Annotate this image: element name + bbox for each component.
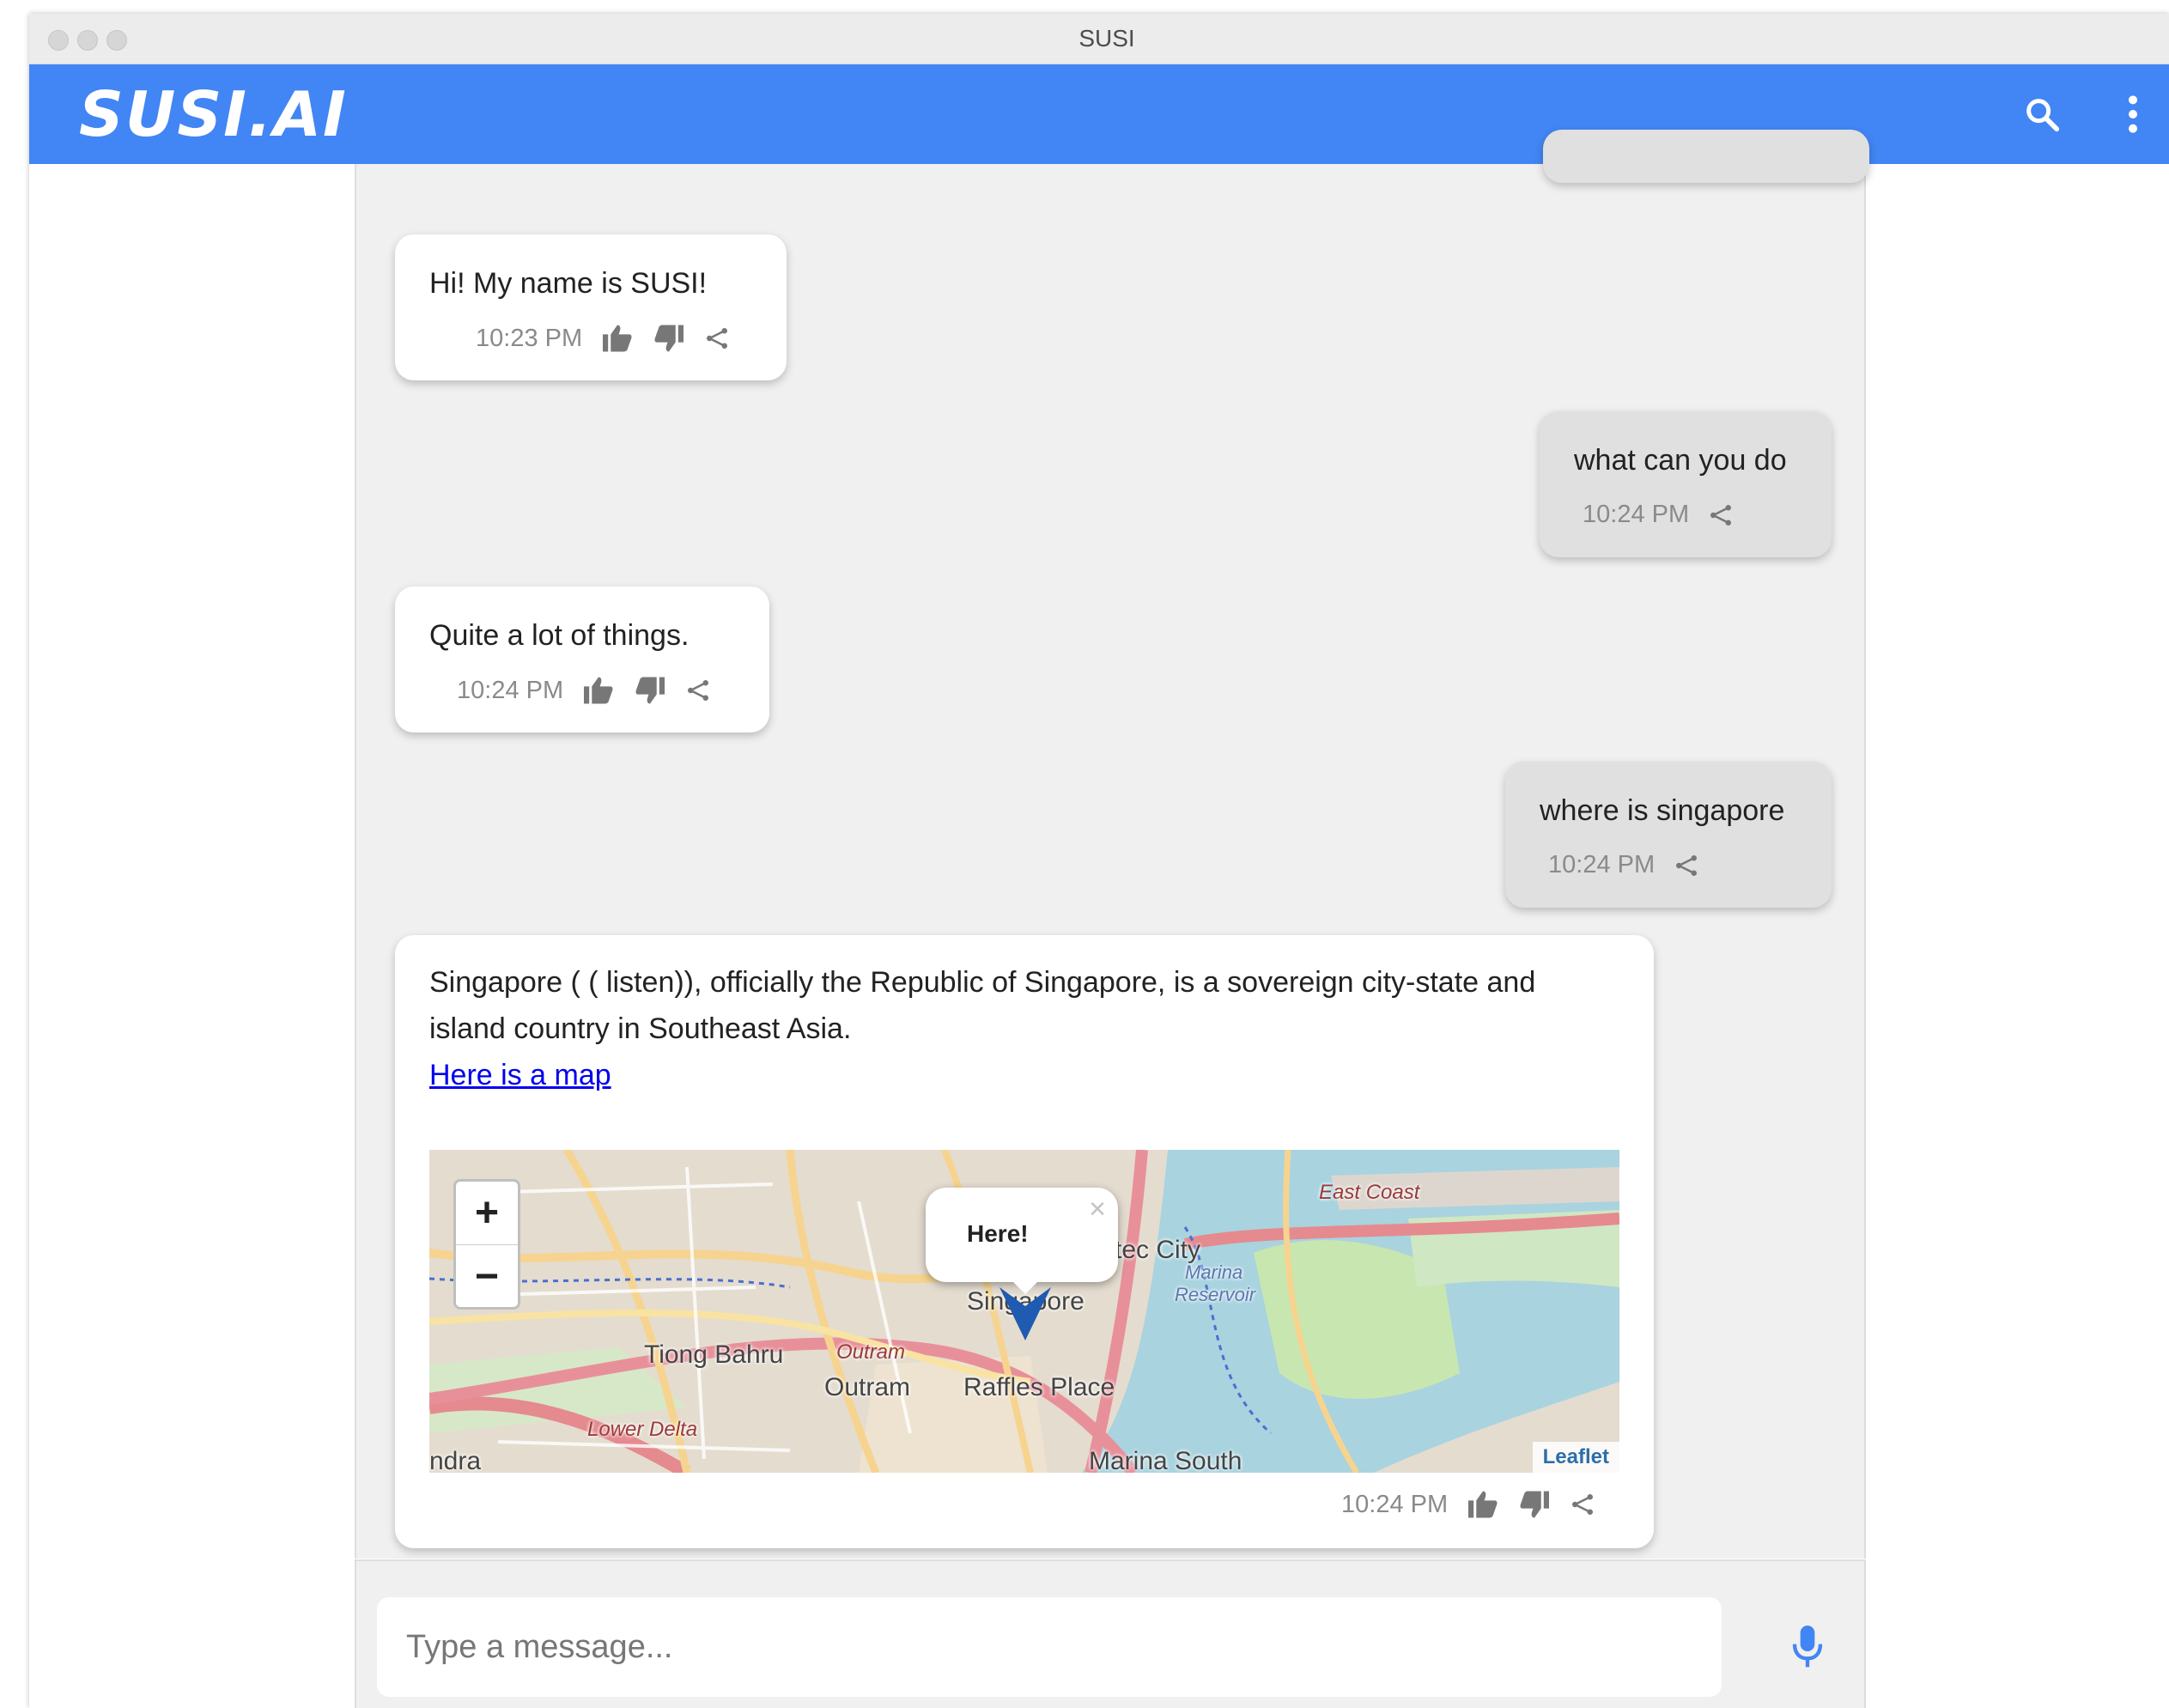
- map-popup: Here! ×: [926, 1188, 1118, 1294]
- message-time: 10:24 PM: [1341, 1490, 1449, 1518]
- singapore-map[interactable]: Tiong Bahru Outram Outram Raffles Place …: [429, 1150, 1619, 1473]
- thumbs-up-icon[interactable]: [582, 676, 615, 705]
- leaflet-attribution[interactable]: Leaflet: [1532, 1442, 1619, 1473]
- popup-text: Here!: [967, 1220, 1029, 1247]
- map-label-outram: Outram: [824, 1373, 911, 1401]
- map-label-marina-south: Marina South: [1089, 1447, 1242, 1473]
- thumbs-down-icon[interactable]: [1518, 1490, 1551, 1519]
- message-time: 10:24 PM: [457, 676, 564, 704]
- share-icon[interactable]: [1570, 1492, 1595, 1517]
- message-list[interactable]: Hi! My name is SUSI! 10:23 PM what can y…: [355, 130, 1869, 1559]
- mic-button[interactable]: [1782, 1621, 1833, 1673]
- message-time: 10:24 PM: [1548, 851, 1656, 878]
- thumbs-up-icon[interactable]: [601, 324, 634, 353]
- susi-logo[interactable]: SUSI.AI: [79, 83, 348, 145]
- title-bar: SUSI: [29, 14, 2169, 64]
- message-meta: 10:24 PM: [1548, 851, 1699, 879]
- message-meta: 10:24 PM: [1583, 501, 1734, 529]
- message-meta: 10:24 PM: [1341, 1490, 1595, 1519]
- popup-tip: [1008, 1277, 1042, 1294]
- susi-message: Quite a lot of things. 10:24 PM: [395, 587, 769, 732]
- map-label-lower-delta: Lower Delta: [587, 1418, 698, 1441]
- message-text: Hi! My name is SUSI!: [429, 267, 708, 300]
- susi-message: Hi! My name is SUSI! 10:23 PM: [395, 234, 787, 380]
- search-icon: [2026, 99, 2060, 132]
- popup-close-button[interactable]: ×: [1089, 1193, 1106, 1226]
- mic-icon: [1792, 1626, 1823, 1668]
- message-input[interactable]: [377, 1597, 1722, 1697]
- share-icon[interactable]: [1708, 502, 1734, 528]
- map-label-reservoir: Reservoir: [1175, 1284, 1256, 1305]
- share-icon[interactable]: [1674, 853, 1699, 878]
- message-text: Quite a lot of things.: [429, 619, 690, 652]
- thumbs-down-icon[interactable]: [634, 676, 666, 705]
- message-text: where is singapore: [1540, 794, 1785, 827]
- message-text: what can you do: [1574, 444, 1787, 477]
- map-link[interactable]: Here is a map: [429, 1052, 611, 1098]
- share-icon[interactable]: [685, 678, 711, 703]
- more-vert-icon: [2129, 95, 2137, 133]
- map-label-tiong-bahru: Tiong Bahru: [644, 1340, 784, 1369]
- message-text-line-1: Singapore ( ( listen)), officially the R…: [429, 966, 1536, 999]
- map-label-city: tec City: [1115, 1236, 1201, 1264]
- susi-message-map: Singapore ( ( listen)), officially the R…: [395, 935, 1654, 1548]
- search-button[interactable]: [2016, 88, 2068, 140]
- message-time: 10:24 PM: [1583, 501, 1690, 528]
- map-label-outram-station: Outram: [836, 1340, 906, 1364]
- thumbs-up-icon[interactable]: [1467, 1490, 1499, 1519]
- user-message: where is singapore 10:24 PM: [1505, 762, 1832, 908]
- message-time: 10:23 PM: [476, 324, 583, 352]
- thumbs-down-icon[interactable]: [653, 324, 685, 353]
- share-icon[interactable]: [704, 325, 730, 351]
- more-options-button[interactable]: [2107, 88, 2159, 140]
- message-meta: 10:23 PM: [476, 324, 730, 353]
- map-label-edge: ndra: [429, 1447, 482, 1473]
- previous-user-message: [1543, 130, 1869, 183]
- message-meta: 10:24 PM: [457, 676, 711, 705]
- window-title: SUSI: [1078, 25, 1135, 52]
- map-label-east-coast: East Coast: [1319, 1181, 1420, 1204]
- composer: [355, 1559, 1866, 1708]
- zoom-in-button[interactable]: +: [456, 1182, 518, 1245]
- app-window: SUSI SUSI.AI Hi! My name is SUSI! 10:23 …: [29, 14, 2169, 1708]
- user-message: what can you do 10:24 PM: [1540, 411, 1832, 557]
- message-text-line-2: island country in Southeast Asia.: [429, 1012, 852, 1045]
- zoom-control: + −: [453, 1179, 520, 1310]
- map-label-raffles-place: Raffles Place: [963, 1373, 1115, 1401]
- map-label-marina: Marina: [1185, 1261, 1243, 1283]
- zoom-out-button[interactable]: −: [456, 1245, 518, 1308]
